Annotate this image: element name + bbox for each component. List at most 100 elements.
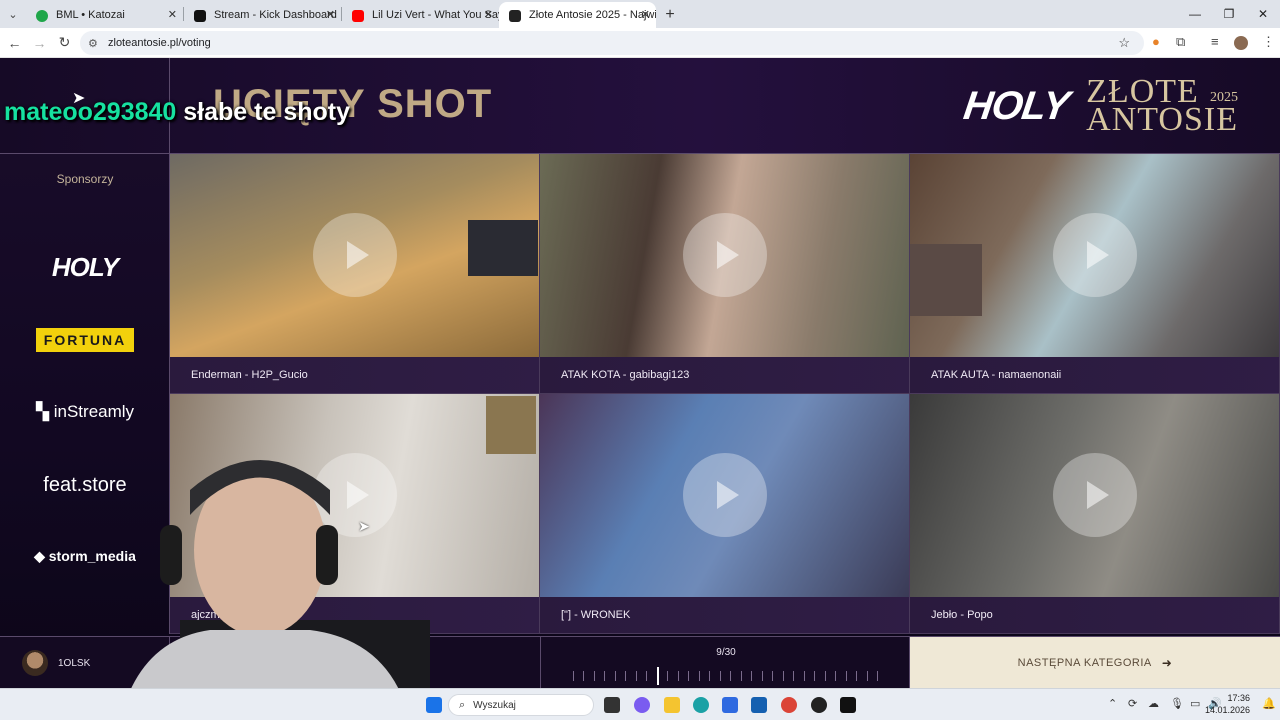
progress-tick[interactable]: [877, 671, 878, 681]
progress-tick[interactable]: [646, 671, 648, 681]
outlook-icon[interactable]: [751, 697, 767, 713]
tab-3[interactable]: Lil Uzi Vert - What You Sayin ✕: [342, 2, 499, 28]
progress-tick[interactable]: [688, 671, 690, 681]
play-button-icon[interactable]: [1053, 453, 1137, 537]
clip-thumbnail[interactable]: [910, 394, 1279, 597]
progress-tick[interactable]: [793, 671, 795, 681]
progress-tick[interactable]: [740, 671, 742, 681]
start-windows-icon[interactable]: [426, 697, 442, 713]
file-explorer-icon[interactable]: [664, 697, 680, 713]
task-view-icon[interactable]: [604, 697, 620, 713]
minimize-icon[interactable]: —: [1178, 0, 1212, 28]
terminal-icon[interactable]: [840, 697, 856, 713]
back-arrow-icon[interactable]: ←: [2, 35, 27, 51]
progress-tick[interactable]: [614, 671, 616, 681]
progress-tick[interactable]: [803, 671, 805, 681]
sponsor-holy-logo[interactable]: HOLY: [0, 252, 170, 283]
extension-icon[interactable]: ●: [1152, 34, 1160, 49]
progress-ticks[interactable]: [573, 667, 879, 685]
kick-favicon-icon: [194, 10, 206, 22]
tab-close-icon[interactable]: ✕: [326, 8, 335, 21]
clip-card[interactable]: Jebło - Popo: [910, 394, 1280, 634]
progress-tick[interactable]: [835, 671, 837, 681]
youtube-favicon-icon: [352, 10, 364, 22]
progress-tick[interactable]: [824, 671, 826, 681]
extensions-puzzle-icon[interactable]: ⧉: [1176, 34, 1185, 50]
new-tab-plus-icon[interactable]: +: [656, 2, 684, 28]
clip-thumbnail[interactable]: [540, 154, 909, 357]
clip-thumbnail[interactable]: [170, 154, 539, 357]
progress-tick[interactable]: [677, 671, 679, 681]
progress-tick[interactable]: [604, 671, 606, 681]
play-button-icon[interactable]: [313, 213, 397, 297]
bookmark-star-icon[interactable]: ☆: [1118, 35, 1130, 51]
clip-card[interactable]: ATAK AUTA - namaenonaii: [910, 154, 1280, 394]
tray-mic-icon[interactable]: 🎙: [1170, 697, 1184, 710]
clip-card[interactable]: ["] - WRONEK: [540, 394, 910, 634]
progress-tick[interactable]: [814, 671, 816, 681]
clip-thumbnail[interactable]: [910, 154, 1279, 357]
site-info-icon[interactable]: ⚙: [88, 37, 102, 50]
taskbar-search-placeholder: Wyszukaj: [473, 699, 516, 711]
progress-tick[interactable]: [593, 671, 595, 681]
progress-tick[interactable]: [573, 671, 574, 681]
progress-tick[interactable]: [625, 671, 627, 681]
clip-card[interactable]: Enderman - H2P_Gucio: [170, 154, 540, 394]
progress-tick[interactable]: [709, 671, 711, 681]
play-button-icon[interactable]: [683, 213, 767, 297]
chrome-icon[interactable]: [781, 697, 797, 713]
next-category-button[interactable]: NASTĘPNA KATEGORIA ➜: [910, 637, 1280, 688]
progress-tick[interactable]: [719, 671, 721, 681]
browser-menu-icon[interactable]: ⋮: [1262, 34, 1275, 50]
tab-close-icon[interactable]: ✕: [641, 8, 650, 21]
store-icon[interactable]: [722, 697, 738, 713]
progress-tick[interactable]: [730, 671, 732, 681]
progress-tick[interactable]: [761, 671, 763, 681]
tray-chevron-icon[interactable]: ⌃: [1108, 697, 1117, 710]
progress-tick[interactable]: [845, 671, 847, 681]
tray-monitor-icon[interactable]: ▭: [1190, 697, 1200, 710]
progress-tick[interactable]: [583, 671, 585, 681]
zlote-antosie-logo: ZŁOTE ANTOSIE: [1086, 75, 1238, 137]
streamer-badge-thumbnail: [486, 396, 536, 454]
clip-card[interactable]: ATAK KOTA - gabibagi123: [540, 154, 910, 394]
tab-search-chevron-icon[interactable]: ⌄: [0, 0, 26, 28]
progress-tick[interactable]: [751, 671, 753, 681]
play-button-icon[interactable]: [683, 453, 767, 537]
tab-1[interactable]: BML • Katozai ✕: [26, 2, 183, 28]
tab-2[interactable]: Stream - Kick Dashboard ✕: [184, 2, 341, 28]
tab-title: Lil Uzi Vert - What You Sayin: [372, 9, 499, 21]
edge-icon[interactable]: [693, 697, 709, 713]
restore-icon[interactable]: ❐: [1212, 0, 1246, 28]
progress-tick[interactable]: [866, 671, 868, 681]
tab-close-icon[interactable]: ✕: [168, 8, 177, 21]
forward-arrow-icon[interactable]: →: [27, 35, 52, 51]
tray-cloud-icon[interactable]: ☁: [1148, 697, 1159, 710]
notification-bell-icon[interactable]: 🔔: [1262, 697, 1276, 710]
taskbar-search[interactable]: ⌕ Wyszukaj: [448, 694, 594, 716]
headphone-right-shape: [316, 525, 338, 585]
reading-list-icon[interactable]: ≡: [1211, 34, 1219, 49]
profile-avatar-icon[interactable]: [1234, 36, 1248, 50]
app-icon[interactable]: [811, 697, 827, 713]
system-clock[interactable]: 17:36 14.01.2026: [1205, 692, 1250, 716]
sponsor-instreamly-logo[interactable]: ▚ inStreamly: [0, 402, 170, 422]
progress-tick[interactable]: [635, 671, 637, 681]
progress-tick[interactable]: [667, 671, 669, 681]
tab-4-active[interactable]: Złote Antosie 2025 - Największ ✕: [499, 2, 656, 28]
progress-tick[interactable]: [698, 671, 700, 681]
tab-close-icon[interactable]: ✕: [484, 8, 493, 21]
reload-icon[interactable]: ↻: [52, 34, 77, 51]
progress-tick[interactable]: [856, 671, 858, 681]
progress-tick[interactable]: [782, 671, 784, 681]
progress-tick-current[interactable]: [656, 667, 659, 685]
sponsor-fortuna-logo[interactable]: FORTUNA: [36, 328, 134, 352]
address-bar[interactable]: ⚙ zloteantosie.pl/voting ☆: [80, 31, 1144, 55]
play-button-icon[interactable]: [1053, 213, 1137, 297]
clip-thumbnail[interactable]: [540, 394, 909, 597]
progress-tick[interactable]: [772, 671, 774, 681]
windows-taskbar: ⌕ Wyszukaj ⌃ ⟳ ☁ 🎙 ▭ 🔊 17:36 14.01.2026 …: [0, 688, 1280, 720]
copilot-icon[interactable]: [634, 697, 650, 713]
tray-sync-icon[interactable]: ⟳: [1128, 697, 1137, 710]
window-close-icon[interactable]: ✕: [1246, 0, 1280, 28]
